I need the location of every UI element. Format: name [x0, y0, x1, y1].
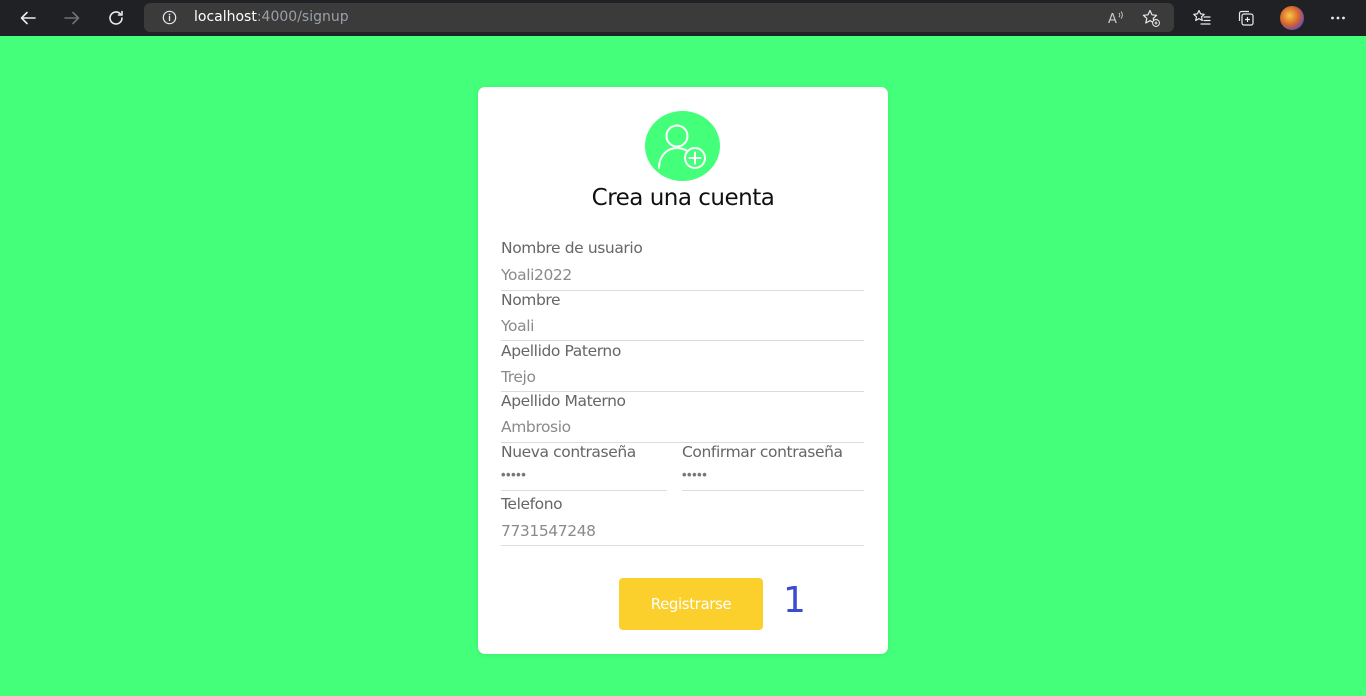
add-favorite-icon[interactable]	[1137, 4, 1165, 32]
url-path: :4000/signup	[256, 9, 349, 25]
nueva-contrasena-input[interactable]: •••••	[501, 467, 526, 482]
svg-text:A: A	[1108, 12, 1117, 27]
url-host: localhost	[194, 9, 257, 25]
browser-toolbar: localhost:4000/signup A	[0, 0, 1366, 36]
confirmar-contrasena-input[interactable]: •••••	[682, 467, 707, 482]
confirmar-contrasena-label: Confirmar contraseña	[682, 443, 843, 461]
telefono-label: Telefono	[501, 495, 563, 513]
nombre-field[interactable]: Nombre Yoali	[501, 290, 864, 341]
info-icon[interactable]	[162, 10, 177, 30]
apellido-paterno-input[interactable]: Trejo	[501, 368, 536, 386]
url-text: localhost:4000/signup	[194, 3, 349, 32]
register-button[interactable]: Registrarse	[619, 578, 763, 630]
nueva-contrasena-label: Nueva contraseña	[501, 443, 636, 461]
nueva-contrasena-field[interactable]: Nueva contraseña •••••	[501, 443, 667, 491]
username-input[interactable]: Yoali2022	[501, 266, 572, 284]
nombre-label: Nombre	[501, 291, 561, 309]
apellido-paterno-field[interactable]: Apellido Paterno Trejo	[501, 341, 864, 392]
apellido-materno-field[interactable]: Apellido Materno Ambrosio	[501, 392, 864, 443]
apellido-paterno-label: Apellido Paterno	[501, 342, 621, 360]
telefono-field[interactable]: Telefono 7731547248	[501, 494, 864, 546]
apellido-materno-input[interactable]: Ambrosio	[501, 418, 571, 436]
username-field[interactable]: Nombre de usuario Yoali2022	[501, 237, 864, 291]
address-bar[interactable]: localhost:4000/signup	[144, 3, 1174, 32]
back-arrow-icon[interactable]	[14, 4, 42, 32]
nombre-input[interactable]: Yoali	[501, 317, 534, 335]
telefono-input[interactable]: 7731547248	[501, 522, 596, 540]
signup-card: Crea una cuenta Nombre de usuario Yoali2…	[478, 87, 888, 654]
confirmar-contrasena-field[interactable]: Confirmar contraseña •••••	[682, 443, 864, 491]
apellido-materno-label: Apellido Materno	[501, 392, 626, 410]
username-label: Nombre de usuario	[501, 239, 643, 257]
reload-icon[interactable]	[102, 4, 130, 32]
favorites-icon[interactable]	[1188, 4, 1216, 32]
counter-text: 1	[783, 580, 806, 621]
forward-arrow-icon[interactable]	[58, 4, 86, 32]
read-aloud-icon[interactable]: A	[1102, 4, 1130, 32]
more-menu-icon[interactable]	[1324, 4, 1352, 32]
add-user-icon	[645, 111, 720, 181]
profile-avatar[interactable]	[1280, 6, 1304, 30]
form-title: Crea una cuenta	[591, 185, 775, 211]
collections-icon[interactable]	[1232, 4, 1260, 32]
